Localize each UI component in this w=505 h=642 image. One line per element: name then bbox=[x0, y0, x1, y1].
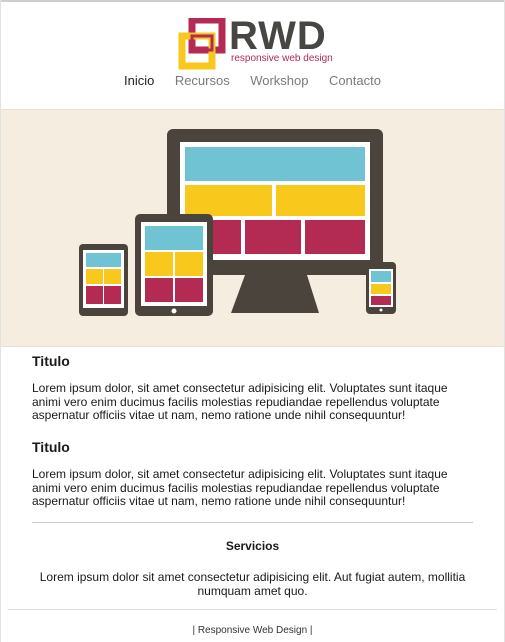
logo-squares-icon bbox=[178, 18, 226, 70]
site-logo[interactable]: RWD responsive web design bbox=[178, 14, 333, 70]
site-footer: | Responsive Web Design | bbox=[0, 625, 505, 636]
tablet-icon bbox=[135, 214, 213, 316]
responsive-devices-illustration bbox=[79, 129, 396, 316]
services-text: Lorem ipsum dolor sit amet consectetur a… bbox=[39, 570, 466, 598]
nav-link-contacto[interactable]: Contacto bbox=[329, 73, 381, 88]
nav-link-inicio[interactable]: Inicio bbox=[124, 73, 154, 88]
footer-text: | Responsive Web Design | bbox=[192, 625, 313, 636]
phone-icon bbox=[366, 262, 396, 314]
section-text: Lorem ipsum dolor, sit amet consectetur … bbox=[32, 467, 448, 508]
content-divider bbox=[32, 522, 473, 523]
small-tablet-icon bbox=[79, 244, 128, 316]
section-title: Titulo bbox=[32, 353, 70, 369]
hero-banner bbox=[1, 109, 504, 347]
section-text: Lorem ipsum dolor, sit amet consectetur … bbox=[32, 381, 448, 422]
nav-link-recursos[interactable]: Recursos bbox=[175, 73, 230, 88]
nav-link-workshop[interactable]: Workshop bbox=[250, 73, 308, 88]
section-title: Titulo bbox=[32, 439, 70, 455]
site-header: RWD responsive web design Inicio Recurso… bbox=[0, 2, 505, 109]
footer-divider bbox=[8, 609, 497, 610]
logo-subtitle: responsive web design bbox=[231, 53, 333, 64]
services-title: Servicios bbox=[225, 539, 280, 553]
main-nav: Inicio Recursos Workshop Contacto bbox=[0, 72, 505, 90]
